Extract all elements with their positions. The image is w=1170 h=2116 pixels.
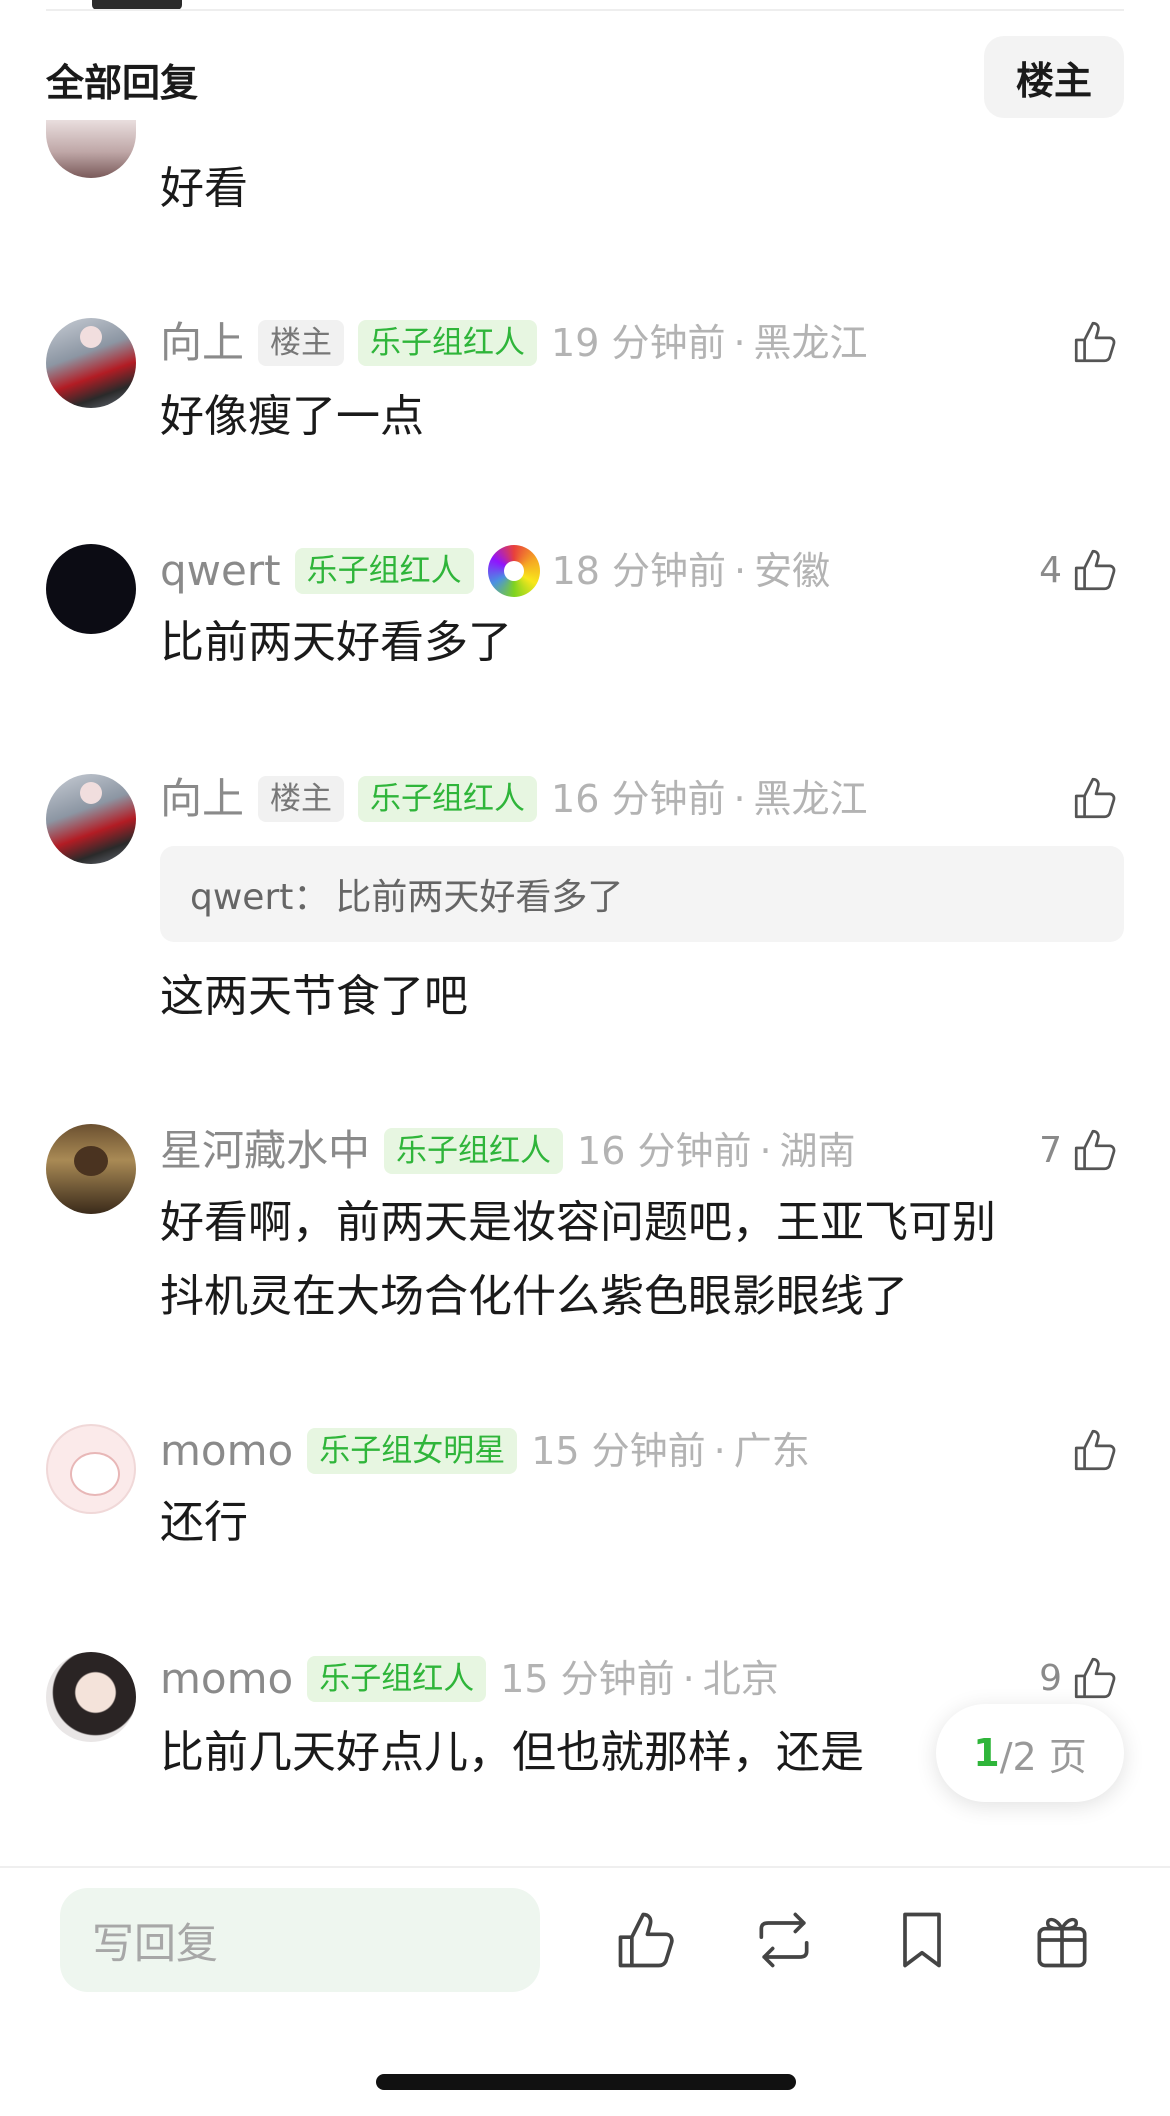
location: 黑龙江 [753, 321, 868, 365]
comment-text-line: 好看啊，前两天是妆容问题吧，王亚飞可别 [160, 1197, 996, 1248]
location: 湖南 [779, 1129, 856, 1173]
avatar[interactable] [46, 318, 136, 408]
location: 安徽 [754, 549, 831, 593]
current-page: 1 [973, 1731, 1000, 1775]
like-button[interactable]: 4 [1039, 542, 1120, 598]
like-count: 7 [1039, 1129, 1062, 1171]
like-button[interactable]: 9 [1039, 1650, 1120, 1706]
separator: · [682, 1657, 695, 1701]
separator: · [733, 321, 746, 365]
thumbs-up-icon [1074, 1129, 1116, 1171]
page-indicator[interactable]: 1 /2 页 [936, 1704, 1124, 1802]
owner-only-filter-button[interactable]: 楼主 [984, 36, 1124, 118]
username[interactable]: momo [160, 1430, 293, 1472]
like-count: 9 [1039, 1657, 1062, 1699]
gift-icon [1037, 1917, 1087, 1968]
group-badge[interactable]: 乐子组红人 [358, 320, 538, 366]
username[interactable]: qwert [160, 550, 281, 592]
location: 黑龙江 [753, 777, 868, 821]
quoted-reply[interactable]: qwert： 比前两天好看多了 [160, 846, 1124, 942]
medal-icon[interactable] [487, 545, 540, 597]
bookmark-button[interactable] [888, 1906, 956, 1974]
timestamp: 15 分钟前 [500, 1657, 675, 1701]
page-title: 全部回复 [46, 61, 199, 105]
avatar[interactable] [46, 1124, 136, 1214]
comment-text: 这两天节食了吧 [160, 971, 468, 1022]
repost-button[interactable] [750, 1906, 818, 1974]
comment-meta-row: momo 乐子组红人 15 分钟前 · 北京 [160, 1654, 779, 1704]
thumbs-up-icon [1074, 549, 1116, 591]
like-button[interactable] [1062, 314, 1120, 370]
gift-button[interactable] [1028, 1906, 1096, 1974]
thumbs-up-icon [618, 1912, 674, 1968]
total-pages: /2 页 [999, 1734, 1087, 1779]
comment-text-line: 抖机灵在大场合化什么紫色眼影眼线了 [160, 1271, 908, 1322]
group-badge[interactable]: 乐子组红人 [384, 1128, 564, 1174]
avatar[interactable] [46, 120, 136, 178]
owner-badge: 楼主 [258, 320, 345, 366]
timestamp: 15 分钟前 [531, 1429, 706, 1473]
comment-meta-row: momo 乐子组女明星 15 分钟前 · 广东 [160, 1426, 810, 1476]
avatar[interactable] [46, 1424, 136, 1514]
group-badge[interactable]: 乐子组女明星 [307, 1428, 518, 1474]
timestamp: 16 分钟前 [551, 777, 726, 821]
bottom-bar-divider [0, 1866, 1170, 1868]
comment-text: 还行 [160, 1497, 248, 1548]
username[interactable]: momo [160, 1658, 293, 1700]
repost-icon [759, 1912, 809, 1968]
separator: · [733, 777, 746, 821]
location: 北京 [702, 1657, 779, 1701]
timestamp: 18 分钟前 [551, 549, 727, 593]
quote-text: 比前两天好看多了 [335, 877, 624, 918]
owner-badge: 楼主 [258, 776, 345, 822]
timestamp: 19 分钟前 [551, 321, 726, 365]
thumbs-up-icon [1074, 321, 1116, 363]
username[interactable]: 星河藏水中 [160, 1130, 370, 1172]
like-button[interactable] [1062, 770, 1120, 826]
thumbs-up-icon [1074, 1429, 1116, 1471]
group-badge[interactable]: 乐子组红人 [307, 1656, 487, 1702]
group-badge[interactable]: 乐子组红人 [358, 776, 538, 822]
thumbs-up-icon [1074, 777, 1116, 819]
like-post-button[interactable] [612, 1906, 680, 1974]
username[interactable]: 向上 [160, 778, 244, 820]
location: 广东 [733, 1429, 810, 1473]
comment-text: 比前几天好点儿，但也就那样，还是 [160, 1727, 864, 1778]
comment-meta-row: 向上 楼主 乐子组红人 16 分钟前 · 黑龙江 [160, 774, 868, 824]
quote-username: qwert： [190, 877, 330, 918]
like-count: 4 [1039, 549, 1062, 591]
avatar[interactable] [46, 774, 136, 864]
avatar[interactable] [46, 1652, 136, 1742]
comment-text: 好看 [160, 163, 248, 214]
comment-text: 好像瘦了一点 [160, 391, 424, 442]
separator: · [759, 1129, 772, 1173]
avatar[interactable] [46, 544, 136, 634]
separator: · [713, 1429, 726, 1473]
username[interactable]: 向上 [160, 322, 244, 364]
top-divider [46, 9, 1124, 11]
bookmark-icon [903, 1912, 941, 1968]
thumbs-up-icon [1074, 1657, 1116, 1699]
group-badge[interactable]: 乐子组红人 [294, 548, 474, 594]
separator: · [734, 549, 747, 593]
comment-meta-row: 星河藏水中 乐子组红人 16 分钟前 · 湖南 [160, 1126, 856, 1176]
comment-meta-row: qwert 乐子组红人 18 分钟前 · 安徽 [160, 545, 831, 597]
like-button[interactable] [1062, 1422, 1120, 1478]
home-indicator[interactable] [376, 2074, 796, 2090]
comment-meta-row: 向上 楼主 乐子组红人 19 分钟前 · 黑龙江 [160, 318, 868, 368]
timestamp: 16 分钟前 [577, 1129, 752, 1173]
comment-text: 比前两天好看多了 [160, 617, 512, 668]
reply-input[interactable]: 写回复 [60, 1888, 540, 1992]
like-button[interactable]: 7 [1039, 1122, 1120, 1178]
